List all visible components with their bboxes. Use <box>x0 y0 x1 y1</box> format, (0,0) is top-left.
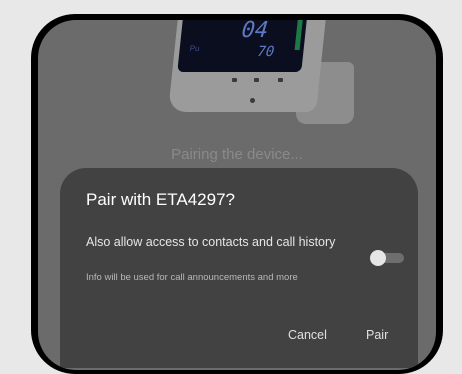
device-buttons <box>202 78 292 92</box>
device-button-icon <box>254 78 259 82</box>
contacts-permission-title: Also allow access to contacts and call h… <box>86 235 336 249</box>
cancel-button[interactable]: Cancel <box>288 328 327 342</box>
toggle-thumb <box>370 250 386 266</box>
device-reading-top: 04 <box>240 20 270 43</box>
device-indicator-dot <box>250 98 255 103</box>
device-reading-bottom: 70 <box>256 44 276 60</box>
device-button-icon <box>232 78 237 82</box>
contacts-permission-description: Info will be used for call announcements… <box>86 272 298 283</box>
device-display-accent <box>294 20 303 50</box>
pairing-status-text: Pairing the device... <box>171 146 303 163</box>
contacts-access-toggle[interactable] <box>370 250 404 266</box>
blood-pressure-monitor-illustration: Pu 04 70 <box>168 20 368 150</box>
device-display-label: Pu <box>189 44 201 53</box>
pair-button[interactable]: Pair <box>366 328 388 342</box>
dialog-title: Pair with ETA4297? <box>86 190 235 209</box>
device-display: Pu 04 70 <box>177 20 307 72</box>
phone-screen: Pu 04 70 Pairing the device... Pair with… <box>38 20 436 370</box>
pair-dialog: Pair with ETA4297? Also allow access to … <box>60 168 418 368</box>
device-button-icon <box>278 78 283 82</box>
